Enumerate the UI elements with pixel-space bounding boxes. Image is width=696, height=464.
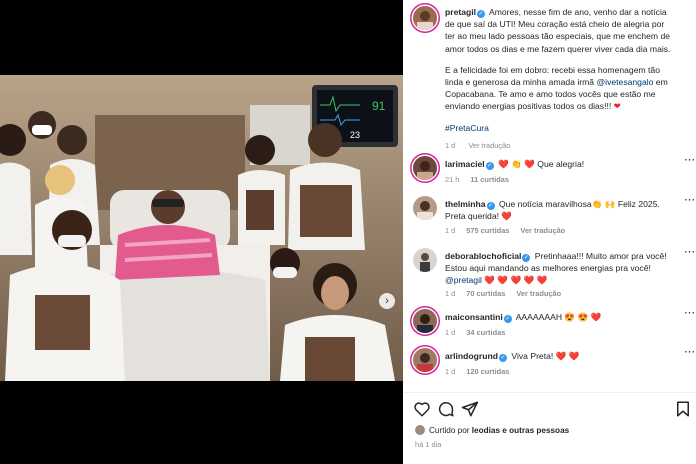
comment-username[interactable]: larimaciel <box>445 159 485 169</box>
monitor-reading-top: 91 <box>372 99 386 113</box>
caption-mention-link[interactable]: @ivetesangalo <box>596 77 653 87</box>
verified-badge: ✓ <box>522 254 531 262</box>
comment-avatar[interactable] <box>413 309 437 333</box>
post-caption: pretagil ✓ Amores, nesse fim de ano, venh… <box>413 6 688 150</box>
comment-item: thelminha ✓ Que notícia maravilhosa👏 🙌 Fe… <box>413 194 695 238</box>
post-actions-bar <box>403 397 696 421</box>
instagram-post-view: 91 23 › pretagil ✓ Amores, nesse fim de … <box>0 0 696 464</box>
more-options-icon[interactable]: ⋯ <box>684 307 695 319</box>
post-media-panel: 91 23 › <box>0 0 403 464</box>
comment-avatar[interactable] <box>413 196 437 220</box>
comment-item: deborablochoficial ✓ Pretinhaaa!!! Muito … <box>413 246 695 300</box>
comment-item: maiconsantini ✓ AAAAAAAH 😍 😍 ❤️ 1 d 34 cur… <box>413 307 695 339</box>
comment-time: 1 d <box>445 328 456 337</box>
comment-time: 1 d <box>445 367 456 376</box>
verified-badge: ✓ <box>486 202 495 210</box>
carousel-next-icon[interactable]: › <box>379 293 395 309</box>
comment-item: arlindogrund ✓ Viva Preta! ❤️ ❤️ 1 d 120 c… <box>413 346 695 378</box>
comment-text: ❤️ 👏 ❤️ Que alegria! <box>495 159 585 169</box>
verified-badge: ✓ <box>477 10 486 18</box>
author-username[interactable]: pretagil <box>445 7 476 17</box>
comment-avatar[interactable] <box>413 156 437 180</box>
post-timestamp: há 1 dia <box>415 440 442 449</box>
comment-text: AAAAAAAH 😍 😍 ❤️ <box>513 312 602 322</box>
more-options-icon[interactable]: ⋯ <box>684 154 695 166</box>
caption-hashtag[interactable]: #PretaCura <box>445 123 489 133</box>
comment-text-hearts: ❤️ ❤️ ❤️ ❤️ ❤️ <box>481 275 548 286</box>
verified-badge: ✓ <box>485 162 494 170</box>
comment-text: Viva Preta! ❤️ ❤️ <box>509 351 580 361</box>
liked-by-user[interactable]: leodias <box>472 426 500 435</box>
liker-avatar[interactable] <box>415 425 425 435</box>
more-options-icon[interactable]: ⋯ <box>684 346 695 358</box>
liked-by-suffix[interactable]: e outras pessoas <box>500 426 569 435</box>
more-options-icon[interactable]: ⋯ <box>684 246 695 258</box>
author-avatar[interactable] <box>413 6 437 30</box>
comment-item: larimaciel ✓ ❤️ 👏 ❤️ Que alegria! 21 h 11 … <box>413 154 695 186</box>
post-details-panel: pretagil ✓ Amores, nesse fim de ano, venh… <box>403 0 696 464</box>
post-photo[interactable]: 91 23 › <box>0 75 403 381</box>
comment-avatar[interactable] <box>413 348 437 372</box>
comment-icon[interactable] <box>437 400 455 418</box>
actions-divider <box>403 392 696 393</box>
verified-badge: ✓ <box>503 315 512 323</box>
liked-by-prefix: Curtido por <box>429 426 472 435</box>
hospital-room-image: 91 23 <box>0 75 403 381</box>
liked-by-summary: Curtido por leodias e outras pessoas <box>415 425 569 435</box>
monitor-reading-bottom: 23 <box>350 130 360 140</box>
more-options-icon[interactable]: ⋯ <box>684 194 695 206</box>
comment-username[interactable]: maiconsantini <box>445 312 503 322</box>
comment-likes[interactable]: 70 curtidas <box>466 289 505 298</box>
comment-mention-link[interactable]: @pretagil <box>445 275 482 285</box>
verified-badge: ✓ <box>499 354 507 362</box>
comment-time: 1 d <box>445 289 456 298</box>
heart-icon[interactable] <box>413 400 431 418</box>
heart-emoji-icon: ❤ <box>613 101 621 112</box>
comment-likes[interactable]: 34 curtidas <box>466 328 505 337</box>
comment-likes[interactable]: 11 curtidas <box>470 175 509 184</box>
comment-username[interactable]: arlindogrund <box>445 351 498 361</box>
caption-time: 1 d <box>445 140 456 150</box>
comment-likes[interactable]: 120 curtidas <box>466 367 509 376</box>
comment-see-translation[interactable]: Ver tradução <box>520 226 565 235</box>
comment-time: 21 h <box>445 175 460 184</box>
comment-avatar[interactable] <box>413 248 437 272</box>
comment-username[interactable]: deborablochoficial <box>445 251 521 261</box>
comment-username[interactable]: thelminha <box>445 199 486 209</box>
share-icon[interactable] <box>461 400 479 418</box>
bookmark-icon[interactable] <box>674 400 692 418</box>
comment-see-translation[interactable]: Ver tradução <box>516 289 561 298</box>
comment-time: 1 d <box>445 226 456 235</box>
caption-see-translation[interactable]: Ver tradução <box>468 141 510 150</box>
comment-likes[interactable]: 575 curtidas <box>466 226 509 235</box>
comments-scroll-area[interactable]: pretagil ✓ Amores, nesse fim de ano, venh… <box>403 0 696 392</box>
